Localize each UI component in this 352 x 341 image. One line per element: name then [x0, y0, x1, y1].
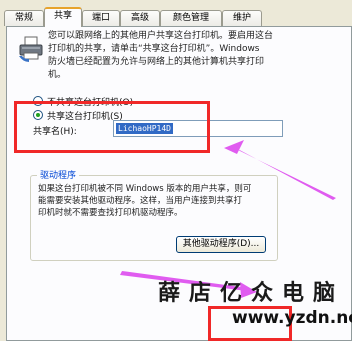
arrow-shaft — [234, 147, 336, 200]
watermark-url: www.yzdn.net — [232, 308, 352, 328]
watermark-chinese: 薛店亿众电脑 — [158, 280, 345, 306]
printer-properties-window: 常规 共享 端口 高级 颜色管理 维护 您可以跟网络上的其他用户共享这台打印机。… — [0, 0, 352, 341]
tab-sharing[interactable]: 共享 — [44, 7, 82, 27]
